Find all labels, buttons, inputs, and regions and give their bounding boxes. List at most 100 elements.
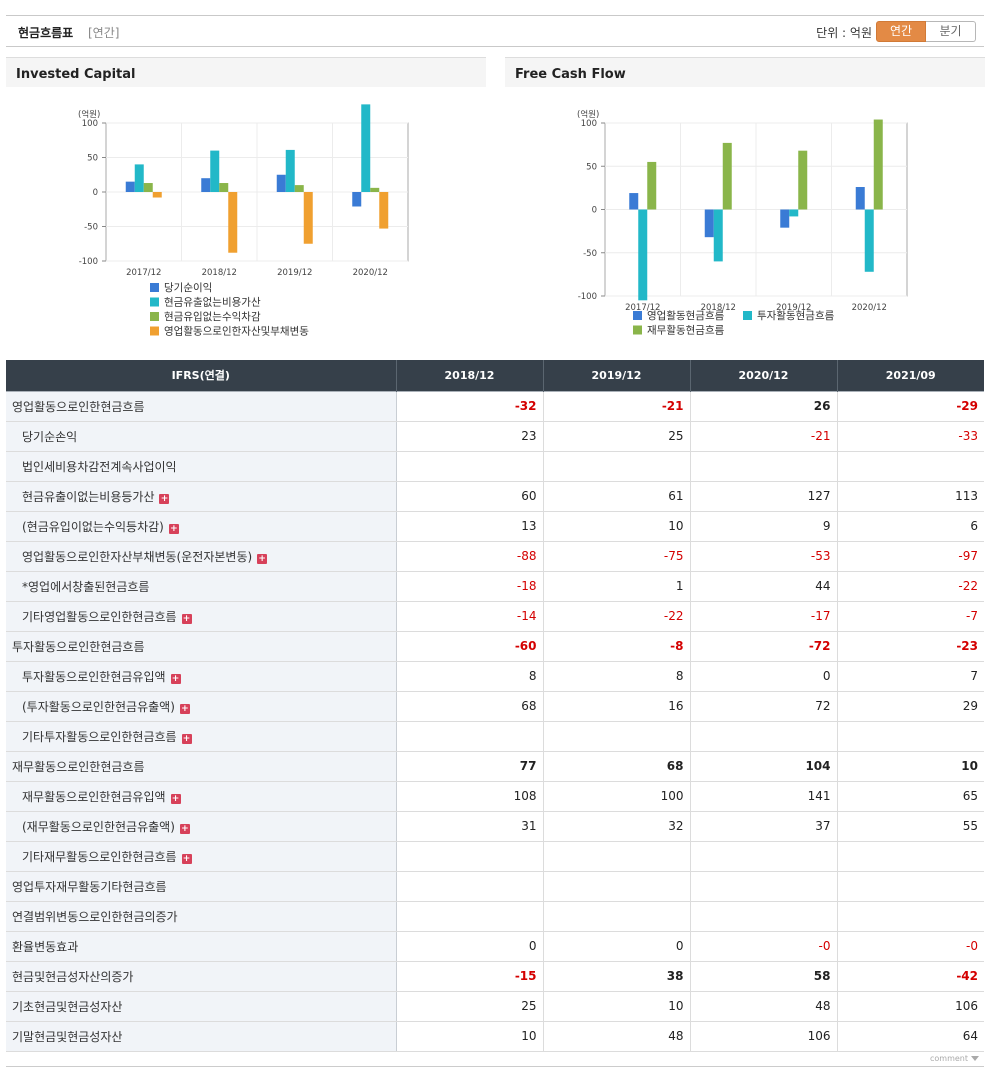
- row-label-cell: 재무활동으로인한현금유입액 +: [6, 781, 397, 812]
- bar: [285, 149, 295, 192]
- row-label: 영업투자재무활동기타현금흐름: [12, 879, 167, 894]
- table-row: (현금유입이없는수익등차감) +13 10 9 6: [6, 511, 984, 542]
- value-cell: 10: [543, 991, 691, 1022]
- row-label: 법인세비용차감전계속사업이익: [22, 459, 177, 474]
- value-cell: 10: [396, 1021, 544, 1052]
- unit-label: 단위 : 억원: [816, 26, 872, 40]
- value-cell: 55: [837, 811, 984, 842]
- table-row: 영업투자재무활동기타현금흐름: [6, 871, 984, 902]
- row-label-cell: 영업활동으로인한자산부채변동(운전자본변동) +: [6, 541, 397, 572]
- value-cell: [837, 841, 984, 872]
- row-label: 영업활동으로인한현금흐름: [12, 399, 145, 414]
- legend-label: 재무활동현금흐름: [647, 324, 725, 337]
- value-cell: [690, 721, 838, 752]
- y-tick-label: 0: [592, 206, 597, 216]
- row-label-cell: 연결범위변동으로인한현금의증가: [6, 901, 397, 932]
- value-cell: 48: [690, 991, 838, 1022]
- free-cash-flow-panel: Free Cash Flow (억원) 100 50 0 -50 -100 2017/12 2…: [505, 57, 985, 357]
- value-cell: 104: [690, 750, 838, 782]
- comment-toggle[interactable]: comment: [930, 1054, 979, 1063]
- expand-icon[interactable]: +: [170, 793, 181, 804]
- x-tick-label: 2017/12: [126, 268, 161, 278]
- expand-icon[interactable]: +: [170, 673, 181, 684]
- bar: [647, 161, 657, 210]
- expand-icon[interactable]: +: [181, 613, 192, 624]
- legend-swatch: [150, 297, 159, 307]
- row-label-cell: 법인세비용차감전계속사업이익: [6, 451, 397, 482]
- value-cell: 9: [690, 511, 838, 542]
- expand-icon[interactable]: +: [168, 523, 179, 534]
- free-cash-flow-chart: (억원)100500-50-1002017/12 2018/12 2019/12 20…: [577, 109, 908, 337]
- value-cell: [543, 451, 691, 482]
- table-row: 재무활동으로인한현금흐름 77 68 104 10: [6, 750, 984, 782]
- column-header-period: 2019/12: [543, 360, 691, 391]
- table-row: 투자활동으로인한현금흐름 -60 -8 -72 -23: [6, 630, 984, 662]
- y-tick-label: 0: [93, 188, 98, 198]
- row-label-cell: *영업에서창출된현금흐름: [6, 571, 397, 602]
- value-cell: 127: [690, 481, 838, 512]
- row-label-cell: 기타영업활동으로인한현금흐름 +: [6, 601, 397, 632]
- x-tick-label: 2020/12: [353, 268, 388, 278]
- value-cell: 0: [543, 931, 691, 962]
- cashflow-table: IFRS(연결) 2018/12 2019/12 2020/12 2021/09 영업활…: [6, 360, 984, 1052]
- row-label: 기타재무활동으로인한현금흐름: [22, 849, 177, 864]
- period-label: [연간]: [88, 26, 120, 40]
- value-cell: 61: [543, 481, 691, 512]
- expand-icon[interactable]: +: [257, 553, 268, 564]
- value-cell: -14: [396, 601, 544, 632]
- value-cell: -17: [690, 601, 838, 632]
- value-cell: [690, 901, 838, 932]
- bar: [379, 192, 389, 229]
- invested-capital-chart: (억원)100500-50-1002017/12 2018/12 2019/12 20…: [78, 104, 409, 338]
- legend-swatch: [633, 311, 642, 320]
- row-label-cell: 기타재무활동으로인한현금흐름 +: [6, 841, 397, 872]
- value-cell: -22: [837, 571, 984, 602]
- legend-label: 투자활동현금흐름: [757, 309, 835, 322]
- value-cell: -23: [837, 630, 984, 662]
- bar: [629, 193, 639, 210]
- table-row: 투자활동으로인한현금유입액 +8 8 0 7: [6, 661, 984, 692]
- table-row: 법인세비용차감전계속사업이익: [6, 451, 984, 482]
- expand-icon[interactable]: +: [181, 733, 192, 744]
- y-tick-label: -100: [79, 257, 98, 267]
- legend-label: 영업활동으로인한자산및부채변동: [164, 325, 309, 338]
- annual-button[interactable]: 연간: [876, 21, 926, 42]
- value-cell: [396, 871, 544, 902]
- bar: [370, 187, 380, 192]
- row-label: *영업에서창출된현금흐름: [22, 579, 150, 594]
- legend-swatch: [633, 325, 642, 335]
- row-label: 기타영업활동으로인한현금흐름: [22, 609, 177, 624]
- value-cell: [396, 721, 544, 752]
- legend-swatch: [150, 283, 159, 292]
- bar: [228, 192, 238, 253]
- y-tick-label: 50: [586, 162, 597, 172]
- expand-icon[interactable]: +: [179, 823, 190, 834]
- value-cell: -33: [837, 421, 984, 452]
- bar: [873, 119, 883, 210]
- row-label-cell: (현금유입이없는수익등차감) +: [6, 511, 397, 542]
- row-label: 현금및현금성자산의증가: [12, 969, 134, 984]
- expand-icon[interactable]: +: [179, 703, 190, 714]
- value-cell: -29: [837, 390, 984, 422]
- value-cell: 10: [543, 511, 691, 542]
- row-label: 투자활동으로인한현금유입액: [22, 669, 166, 684]
- value-cell: -21: [690, 421, 838, 452]
- value-cell: [837, 901, 984, 932]
- x-tick-label: 2020/12: [852, 303, 887, 313]
- value-cell: [543, 901, 691, 932]
- value-cell: -15: [396, 960, 544, 992]
- section-title: 현금흐름표: [18, 26, 74, 40]
- legend-swatch: [743, 311, 752, 320]
- bar: [855, 187, 865, 210]
- value-cell: 1: [543, 571, 691, 602]
- expand-icon[interactable]: +: [159, 493, 170, 504]
- value-cell: [396, 901, 544, 932]
- row-label-cell: 현금및현금성자산의증가: [6, 960, 397, 992]
- value-cell: 0: [690, 661, 838, 692]
- value-cell: -88: [396, 541, 544, 572]
- table-row: 영업활동으로인한현금흐름 -32 -21 26 -29: [6, 390, 984, 422]
- row-label: (재무활동으로인한현금유출액): [22, 819, 175, 834]
- value-cell: 48: [543, 1021, 691, 1052]
- quarter-button[interactable]: 분기: [926, 21, 976, 42]
- expand-icon[interactable]: +: [181, 853, 192, 864]
